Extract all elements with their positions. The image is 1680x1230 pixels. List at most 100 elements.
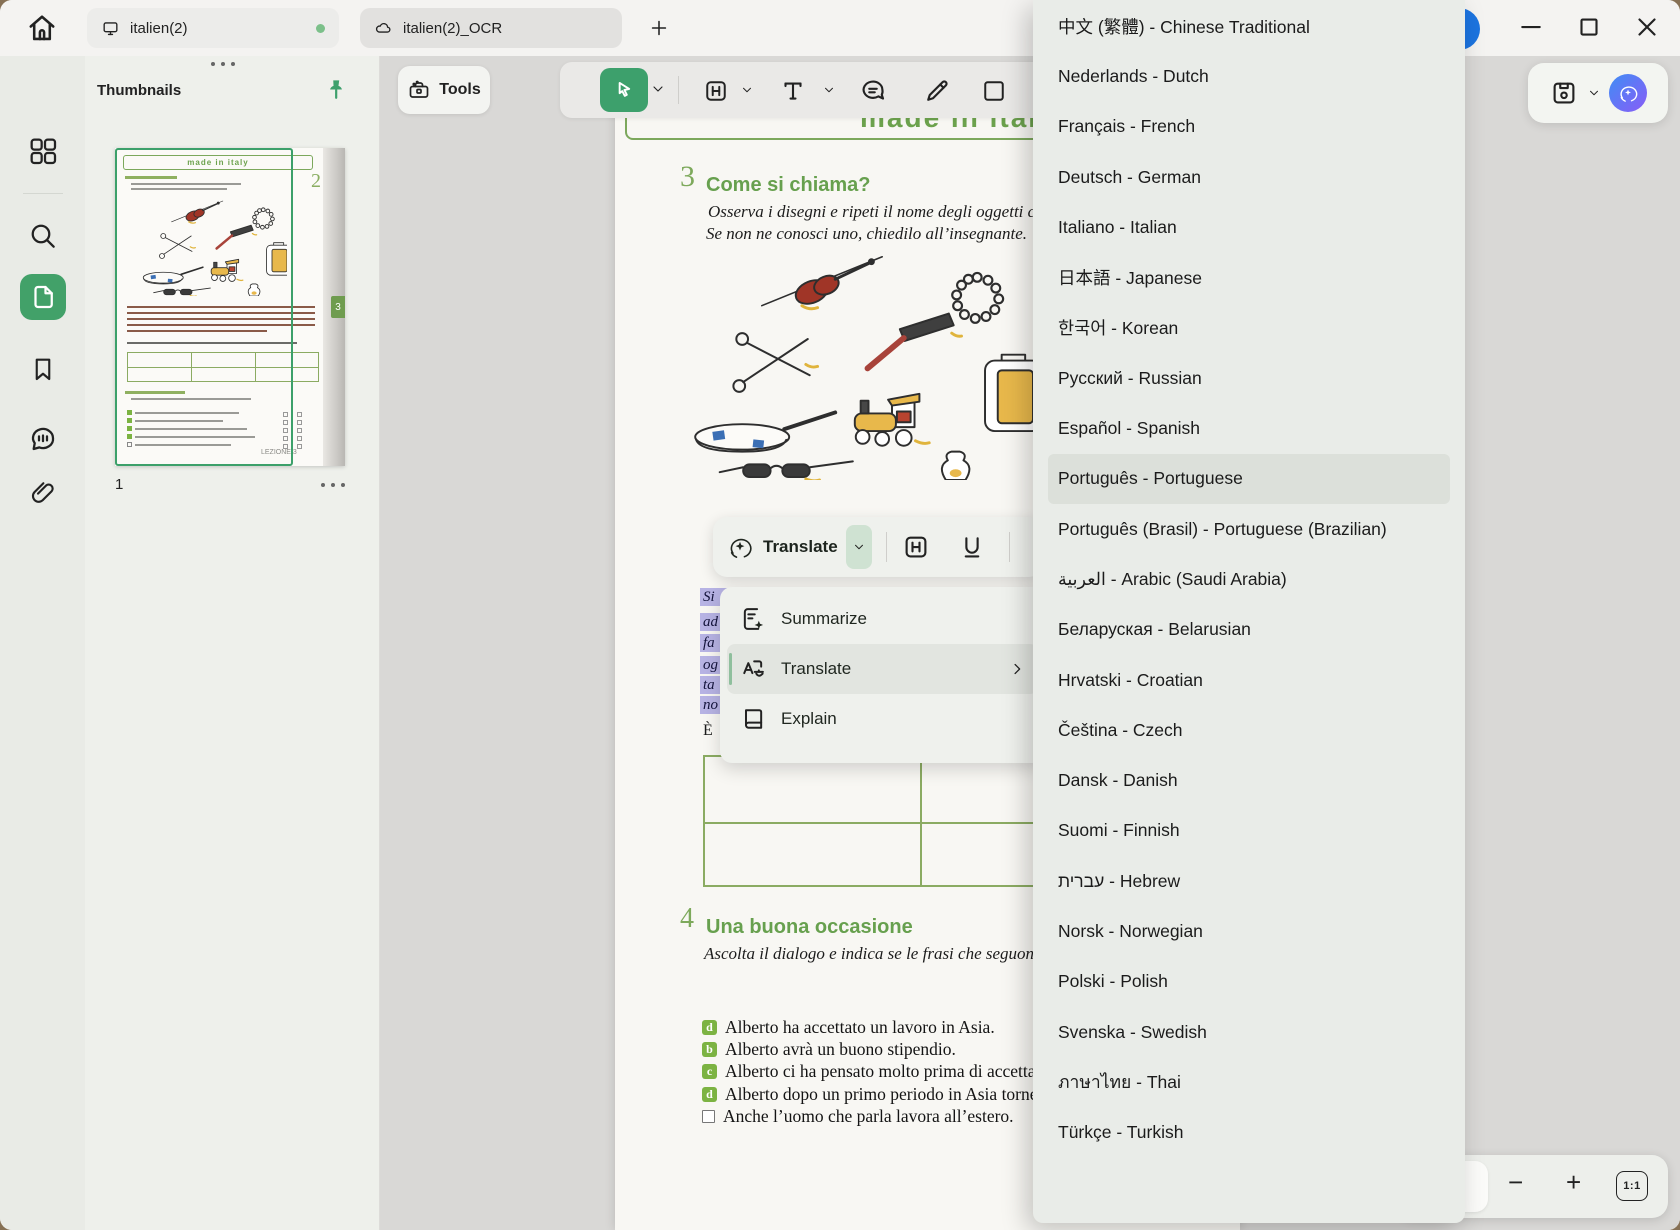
menu-item-summarize[interactable]: Summarize <box>727 594 1038 644</box>
menu-item-explain[interactable]: Explain <box>727 694 1038 744</box>
tools-button[interactable]: Tools <box>398 66 490 114</box>
thumbnail-more-button[interactable] <box>321 483 345 487</box>
language-option[interactable]: Беларуская - Belarusian <box>1033 605 1465 655</box>
ai-swirl-icon <box>1616 81 1640 105</box>
comment-tool-button[interactable] <box>858 76 888 106</box>
selection-toolbar: Translate <box>713 517 1043 577</box>
language-option-label: Français - French <box>1058 116 1195 137</box>
minimize-button[interactable] <box>1508 8 1554 46</box>
language-option[interactable]: Norsk - Norwegian <box>1033 906 1465 956</box>
ai-assistant-button[interactable] <box>1609 74 1647 112</box>
text-tool-dropdown[interactable] <box>822 83 836 97</box>
language-option[interactable]: ภาษาไทย - Thai <box>1033 1057 1465 1107</box>
language-option[interactable]: Español - Spanish <box>1033 403 1465 453</box>
pin-panel-button[interactable] <box>325 78 347 102</box>
home-panels-button[interactable] <box>20 128 66 174</box>
underline-action-button[interactable] <box>957 532 987 562</box>
pen-tool-button[interactable] <box>922 76 952 106</box>
statement-text: Anche l’uomo che parla lavora all’estero… <box>723 1106 1014 1127</box>
answer-badge[interactable] <box>702 1110 715 1123</box>
language-option[interactable]: 中文 (繁體) - Chinese Traditional <box>1033 1 1465 51</box>
paperclip-icon <box>28 478 58 508</box>
answer-badge[interactable]: d <box>702 1020 717 1035</box>
section3-instruction-1: Osserva i disegni e ripeti il nome degli… <box>708 202 1081 222</box>
actual-size-button[interactable]: 1:1 <box>1616 1171 1648 1201</box>
theme-button[interactable] <box>20 1220 66 1230</box>
panel-drag-handle[interactable] <box>211 62 235 66</box>
text-tool-button[interactable] <box>778 76 808 106</box>
language-option[interactable]: Nederlands - Dutch <box>1033 51 1465 101</box>
language-option[interactable]: Polski - Polish <box>1033 957 1465 1007</box>
page-thumbnail[interactable]: made in italy 2 <box>115 148 345 466</box>
highlight-tool-dropdown[interactable] <box>740 83 754 97</box>
statement-text: Alberto avrà un buono stipendio. <box>725 1039 956 1060</box>
language-option-label: Polski - Polish <box>1058 971 1168 992</box>
chevron-down-icon <box>822 83 836 97</box>
language-option[interactable]: 한국어 - Korean <box>1033 303 1465 353</box>
save-button[interactable] <box>1549 78 1579 108</box>
language-option-label: العربية - Arabic (Saudi Arabia) <box>1058 569 1287 590</box>
answer-badge[interactable]: d <box>702 1087 717 1102</box>
close-button[interactable] <box>1624 8 1670 46</box>
language-option[interactable]: Português (Brasil) - Portuguese (Brazili… <box>1033 504 1465 554</box>
highlight-action-button[interactable] <box>901 532 931 562</box>
section4-number: 4 <box>680 903 694 935</box>
search-button[interactable] <box>20 213 66 259</box>
comment-lines-icon <box>858 76 888 106</box>
highlight-tool-button[interactable] <box>702 77 730 105</box>
minimize-icon <box>1516 12 1546 42</box>
statement-row: d Alberto dopo un primo periodo in Asia … <box>702 1083 1049 1105</box>
menu-item-translate[interactable]: Translate <box>727 644 1038 694</box>
language-option-label: 日本語 - Japanese <box>1058 265 1202 290</box>
language-option[interactable]: עברית - Hebrew <box>1033 856 1465 906</box>
submenu-arrow-icon <box>1008 660 1026 678</box>
chevron-down-icon <box>650 81 666 97</box>
select-tool-dropdown[interactable] <box>650 81 666 97</box>
language-option[interactable]: Dansk - Danish <box>1033 755 1465 805</box>
app-window: italien(2) italien(2)_OCR <box>0 0 1680 1230</box>
thumbnails-panel: Thumbnails made in italy 2 <box>85 56 380 1230</box>
answer-badge[interactable]: b <box>702 1042 717 1057</box>
grid-icon <box>27 135 59 167</box>
save-dropdown-button[interactable] <box>1587 86 1601 100</box>
zoom-out-button[interactable]: − <box>1508 1167 1523 1198</box>
answer-badge[interactable]: c <box>702 1064 717 1079</box>
save-icon <box>1549 78 1579 108</box>
home-button[interactable] <box>24 10 60 46</box>
language-option[interactable]: Français - French <box>1033 102 1465 152</box>
new-tab-button[interactable] <box>648 17 670 39</box>
pen-icon <box>922 76 952 106</box>
zoom-in-button[interactable]: + <box>1566 1167 1581 1198</box>
language-option[interactable]: Português - Portuguese <box>1048 454 1450 504</box>
language-option[interactable]: 日本語 - Japanese <box>1033 252 1465 302</box>
selection-context-menu: Summarize Translate Explain <box>720 587 1045 763</box>
language-option[interactable]: العربية - Arabic (Saudi Arabia) <box>1033 554 1465 604</box>
thumbnails-panel-button[interactable] <box>20 274 66 320</box>
tab-document-2[interactable]: italien(2)_OCR <box>360 8 622 48</box>
comments-button[interactable] <box>20 416 66 462</box>
statements-list: d Alberto ha accettato un lavoro in Asia… <box>702 1016 1049 1128</box>
language-option[interactable]: Suomi - Finnish <box>1033 806 1465 856</box>
tab-document-1[interactable]: italien(2) <box>87 8 339 48</box>
menu-item-label: Translate <box>781 659 851 679</box>
maximize-icon <box>1574 12 1604 42</box>
language-option-label: Português (Brasil) - Portuguese (Brazili… <box>1058 519 1387 540</box>
select-tool-button[interactable] <box>600 68 648 112</box>
bookmark-icon <box>28 354 58 384</box>
translate-dropdown-button[interactable] <box>846 525 872 569</box>
close-icon <box>1632 12 1662 42</box>
language-option[interactable]: Русский - Russian <box>1033 353 1465 403</box>
maximize-button[interactable] <box>1566 8 1612 46</box>
attachments-button[interactable] <box>20 470 66 516</box>
language-option[interactable]: Deutsch - German <box>1033 152 1465 202</box>
language-option[interactable]: Čeština - Czech <box>1033 705 1465 755</box>
translate-button[interactable]: Translate <box>763 537 838 557</box>
shape-tool-button[interactable] <box>980 77 1008 105</box>
language-option[interactable]: Italiano - Italian <box>1033 202 1465 252</box>
language-option-label: Svenska - Swedish <box>1058 1022 1207 1043</box>
language-option[interactable]: Türkçe - Turkish <box>1033 1108 1465 1158</box>
language-option[interactable]: Svenska - Swedish <box>1033 1007 1465 1057</box>
language-option-label: Español - Spanish <box>1058 418 1200 439</box>
bookmarks-button[interactable] <box>20 346 66 392</box>
language-option[interactable]: Hrvatski - Croatian <box>1033 655 1465 705</box>
